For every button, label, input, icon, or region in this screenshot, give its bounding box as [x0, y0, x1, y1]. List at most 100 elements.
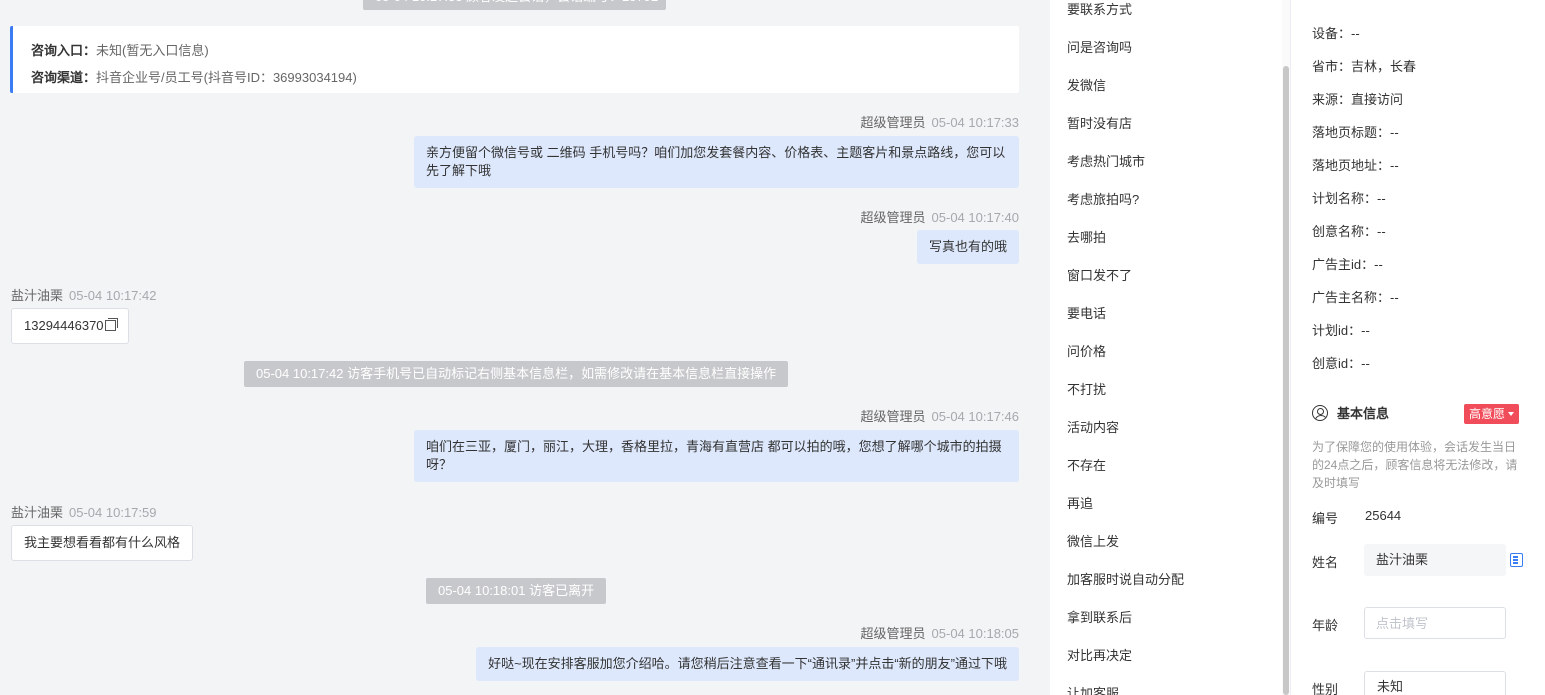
info-value: -- [1377, 224, 1386, 239]
message-sender: 超级管理员 [860, 409, 926, 424]
message-meta: 超级管理员 05-04 10:18:05 [861, 623, 1019, 642]
message-sender: 超级管理员 [860, 210, 926, 225]
info-value: -- [1390, 290, 1399, 305]
message-meta: 超级管理员 05-04 10:17:33 [861, 112, 1019, 131]
visitor-message-bubble: 13294446370 [11, 308, 129, 344]
customer-id-value: 25644 [1365, 508, 1402, 523]
info-label: 创意id： [1312, 356, 1362, 371]
message-sender: 超级管理员 [860, 626, 926, 641]
consult-channel-value: 抖音企业号/员工号(抖音号ID：36993034194) [96, 70, 357, 85]
info-label: 计划名称： [1312, 191, 1378, 206]
name-label: 姓名 [1312, 555, 1339, 570]
system-message-phone-marked: 05-04 10:17:42 访客手机号已自动标记右侧基本信息栏，如需修改请在基… [244, 361, 789, 387]
quick-reply-item[interactable]: 暂时没有店 [1067, 113, 1132, 132]
info-value: -- [1361, 323, 1370, 338]
name-field[interactable]: 盐汁油栗 [1364, 544, 1506, 576]
basic-info-header: 基本信息 [1312, 403, 1389, 422]
edit-deadline-notice: 为了保障您的使用体验，会话发生当日的24点之后，顾客信息将无法修改，请及时填写 [1312, 440, 1518, 490]
quick-reply-item[interactable]: 问是咨询吗 [1067, 37, 1132, 56]
quick-reply-item[interactable]: 不存在 [1067, 455, 1106, 474]
info-row-region: 省市：吉林，长春 [1312, 56, 1416, 75]
quick-reply-item[interactable]: 要电话 [1067, 303, 1106, 322]
info-row-creative-name: 创意名称：-- [1312, 221, 1386, 240]
visitor-info-panel: 设备：-- 省市：吉林，长春 来源：直接访问 落地页标题：-- 落地页地址：--… [1290, 0, 1545, 695]
message-time: 05-04 10:17:46 [931, 409, 1019, 424]
caret-down-icon [1508, 412, 1515, 416]
edit-icon[interactable] [1510, 553, 1523, 567]
info-label: 广告主名称： [1312, 290, 1391, 305]
info-value: -- [1374, 257, 1383, 272]
quick-reply-item[interactable]: 再追 [1067, 493, 1093, 512]
info-value: 直接访问 [1351, 92, 1404, 107]
age-label: 年龄 [1312, 618, 1339, 633]
info-row-plan-name: 计划名称：-- [1312, 188, 1386, 207]
chat-panel: 05-04 10:17:33 顾客发起会话，会话编号：25792 咨询入口：未知… [0, 0, 1040, 695]
agent-message-bubble: 亲方便留个微信号或 二维码 手机号吗？咱们加您发套餐内容、价格表、主题客片和景点… [414, 136, 1019, 188]
quick-reply-item[interactable]: 去哪拍 [1067, 227, 1106, 246]
quick-reply-item[interactable]: 拿到联系后 [1067, 607, 1132, 626]
info-row-advertiser-id: 广告主id：-- [1312, 254, 1383, 273]
consult-entry-row: 咨询入口：未知(暂无入口信息) [31, 37, 1019, 64]
age-input[interactable] [1364, 607, 1506, 639]
info-value: -- [1390, 125, 1399, 140]
quick-reply-item[interactable]: 考虑热门城市 [1067, 151, 1145, 170]
info-label: 来源： [1312, 92, 1352, 107]
quick-reply-scrollbar-thumb[interactable] [1283, 66, 1289, 695]
phone-number-text: 13294446370 [24, 318, 104, 333]
info-label: 创意名称： [1312, 224, 1378, 239]
quick-reply-item[interactable]: 不打扰 [1067, 379, 1106, 398]
agent-message-bubble: 好哒~现在安排客服加您介绍哈。请您稍后注意查看一下“通讯录”并点击“新的朋友”通… [476, 647, 1019, 681]
quick-reply-item[interactable]: 问价格 [1067, 341, 1106, 360]
consult-channel-row: 咨询渠道：抖音企业号/员工号(抖音号ID：36993034194) [31, 64, 1019, 91]
quick-reply-item[interactable]: 加客服时说自动分配 [1067, 569, 1184, 588]
quick-reply-item[interactable]: 对比再决定 [1067, 645, 1132, 664]
message-sender: 盐汁油栗 [11, 505, 64, 520]
quick-reply-item[interactable]: 发微信 [1067, 75, 1106, 94]
message-sender: 超级管理员 [860, 115, 926, 130]
message-meta: 超级管理员 05-04 10:17:40 [861, 207, 1019, 226]
quick-reply-item[interactable]: 要联系方式 [1067, 0, 1132, 18]
consult-entry-value: 未知(暂无入口信息) [96, 43, 209, 58]
agent-message-bubble: 写真也有的哦 [916, 230, 1019, 264]
quick-reply-item[interactable]: 活动内容 [1067, 417, 1119, 436]
message-time: 05-04 10:17:59 [69, 505, 157, 520]
quick-reply-item[interactable]: 考虑旅拍吗? [1067, 189, 1139, 208]
intent-level-dropdown[interactable]: 高意愿 [1464, 404, 1520, 424]
message-meta: 盐汁油栗 05-04 10:17:42 [11, 285, 156, 304]
info-value: -- [1351, 26, 1360, 41]
user-circle-icon [1312, 404, 1328, 421]
intent-level-label: 高意愿 [1469, 407, 1506, 421]
agent-message-bubble: 咱们在三亚，厦门，丽江，大理，香格里拉，青海有直营店 都可以拍的哦，您想了解哪个… [414, 430, 1019, 482]
quick-reply-item[interactable]: 窗口发不了 [1067, 265, 1132, 284]
info-row-creative-id: 创意id：-- [1312, 353, 1370, 372]
message-time: 05-04 10:17:42 [69, 288, 157, 303]
message-time: 05-04 10:17:40 [931, 210, 1019, 225]
message-meta: 盐汁油栗 05-04 10:17:59 [11, 502, 156, 521]
copy-icon[interactable] [104, 318, 118, 331]
info-value: -- [1390, 158, 1399, 173]
info-label: 设备： [1312, 26, 1352, 41]
quick-reply-item[interactable]: 让加客服 [1067, 683, 1119, 695]
info-row-device: 设备：-- [1312, 23, 1360, 42]
message-sender: 盐汁油栗 [11, 288, 64, 303]
customer-id-label: 编号 [1312, 511, 1339, 526]
quick-reply-item[interactable]: 微信上发 [1067, 531, 1119, 550]
quick-reply-scrollbar-track[interactable] [1282, 0, 1290, 695]
basic-info-title: 基本信息 [1337, 406, 1390, 421]
gender-label: 性别 [1312, 682, 1339, 695]
message-time: 05-04 10:18:05 [931, 626, 1019, 641]
info-row-source: 来源：直接访问 [1312, 89, 1403, 108]
consult-entry-label: 咨询入口： [31, 43, 97, 58]
system-message-session-start: 05-04 10:17:33 顾客发起会话，会话编号：25792 [363, 0, 666, 10]
info-label: 落地页标题： [1312, 125, 1391, 140]
info-label: 计划id： [1312, 323, 1362, 338]
info-row-plan-id: 计划id：-- [1312, 320, 1370, 339]
info-value: -- [1361, 356, 1370, 371]
info-label: 落地页地址： [1312, 158, 1391, 173]
info-value: -- [1377, 191, 1386, 206]
info-row-landing-url: 落地页地址：-- [1312, 155, 1399, 174]
info-label: 广告主id： [1312, 257, 1375, 272]
consult-channel-label: 咨询渠道： [31, 70, 97, 85]
info-value: 吉林，长春 [1351, 59, 1417, 74]
gender-select[interactable]: 未知 [1364, 671, 1506, 695]
